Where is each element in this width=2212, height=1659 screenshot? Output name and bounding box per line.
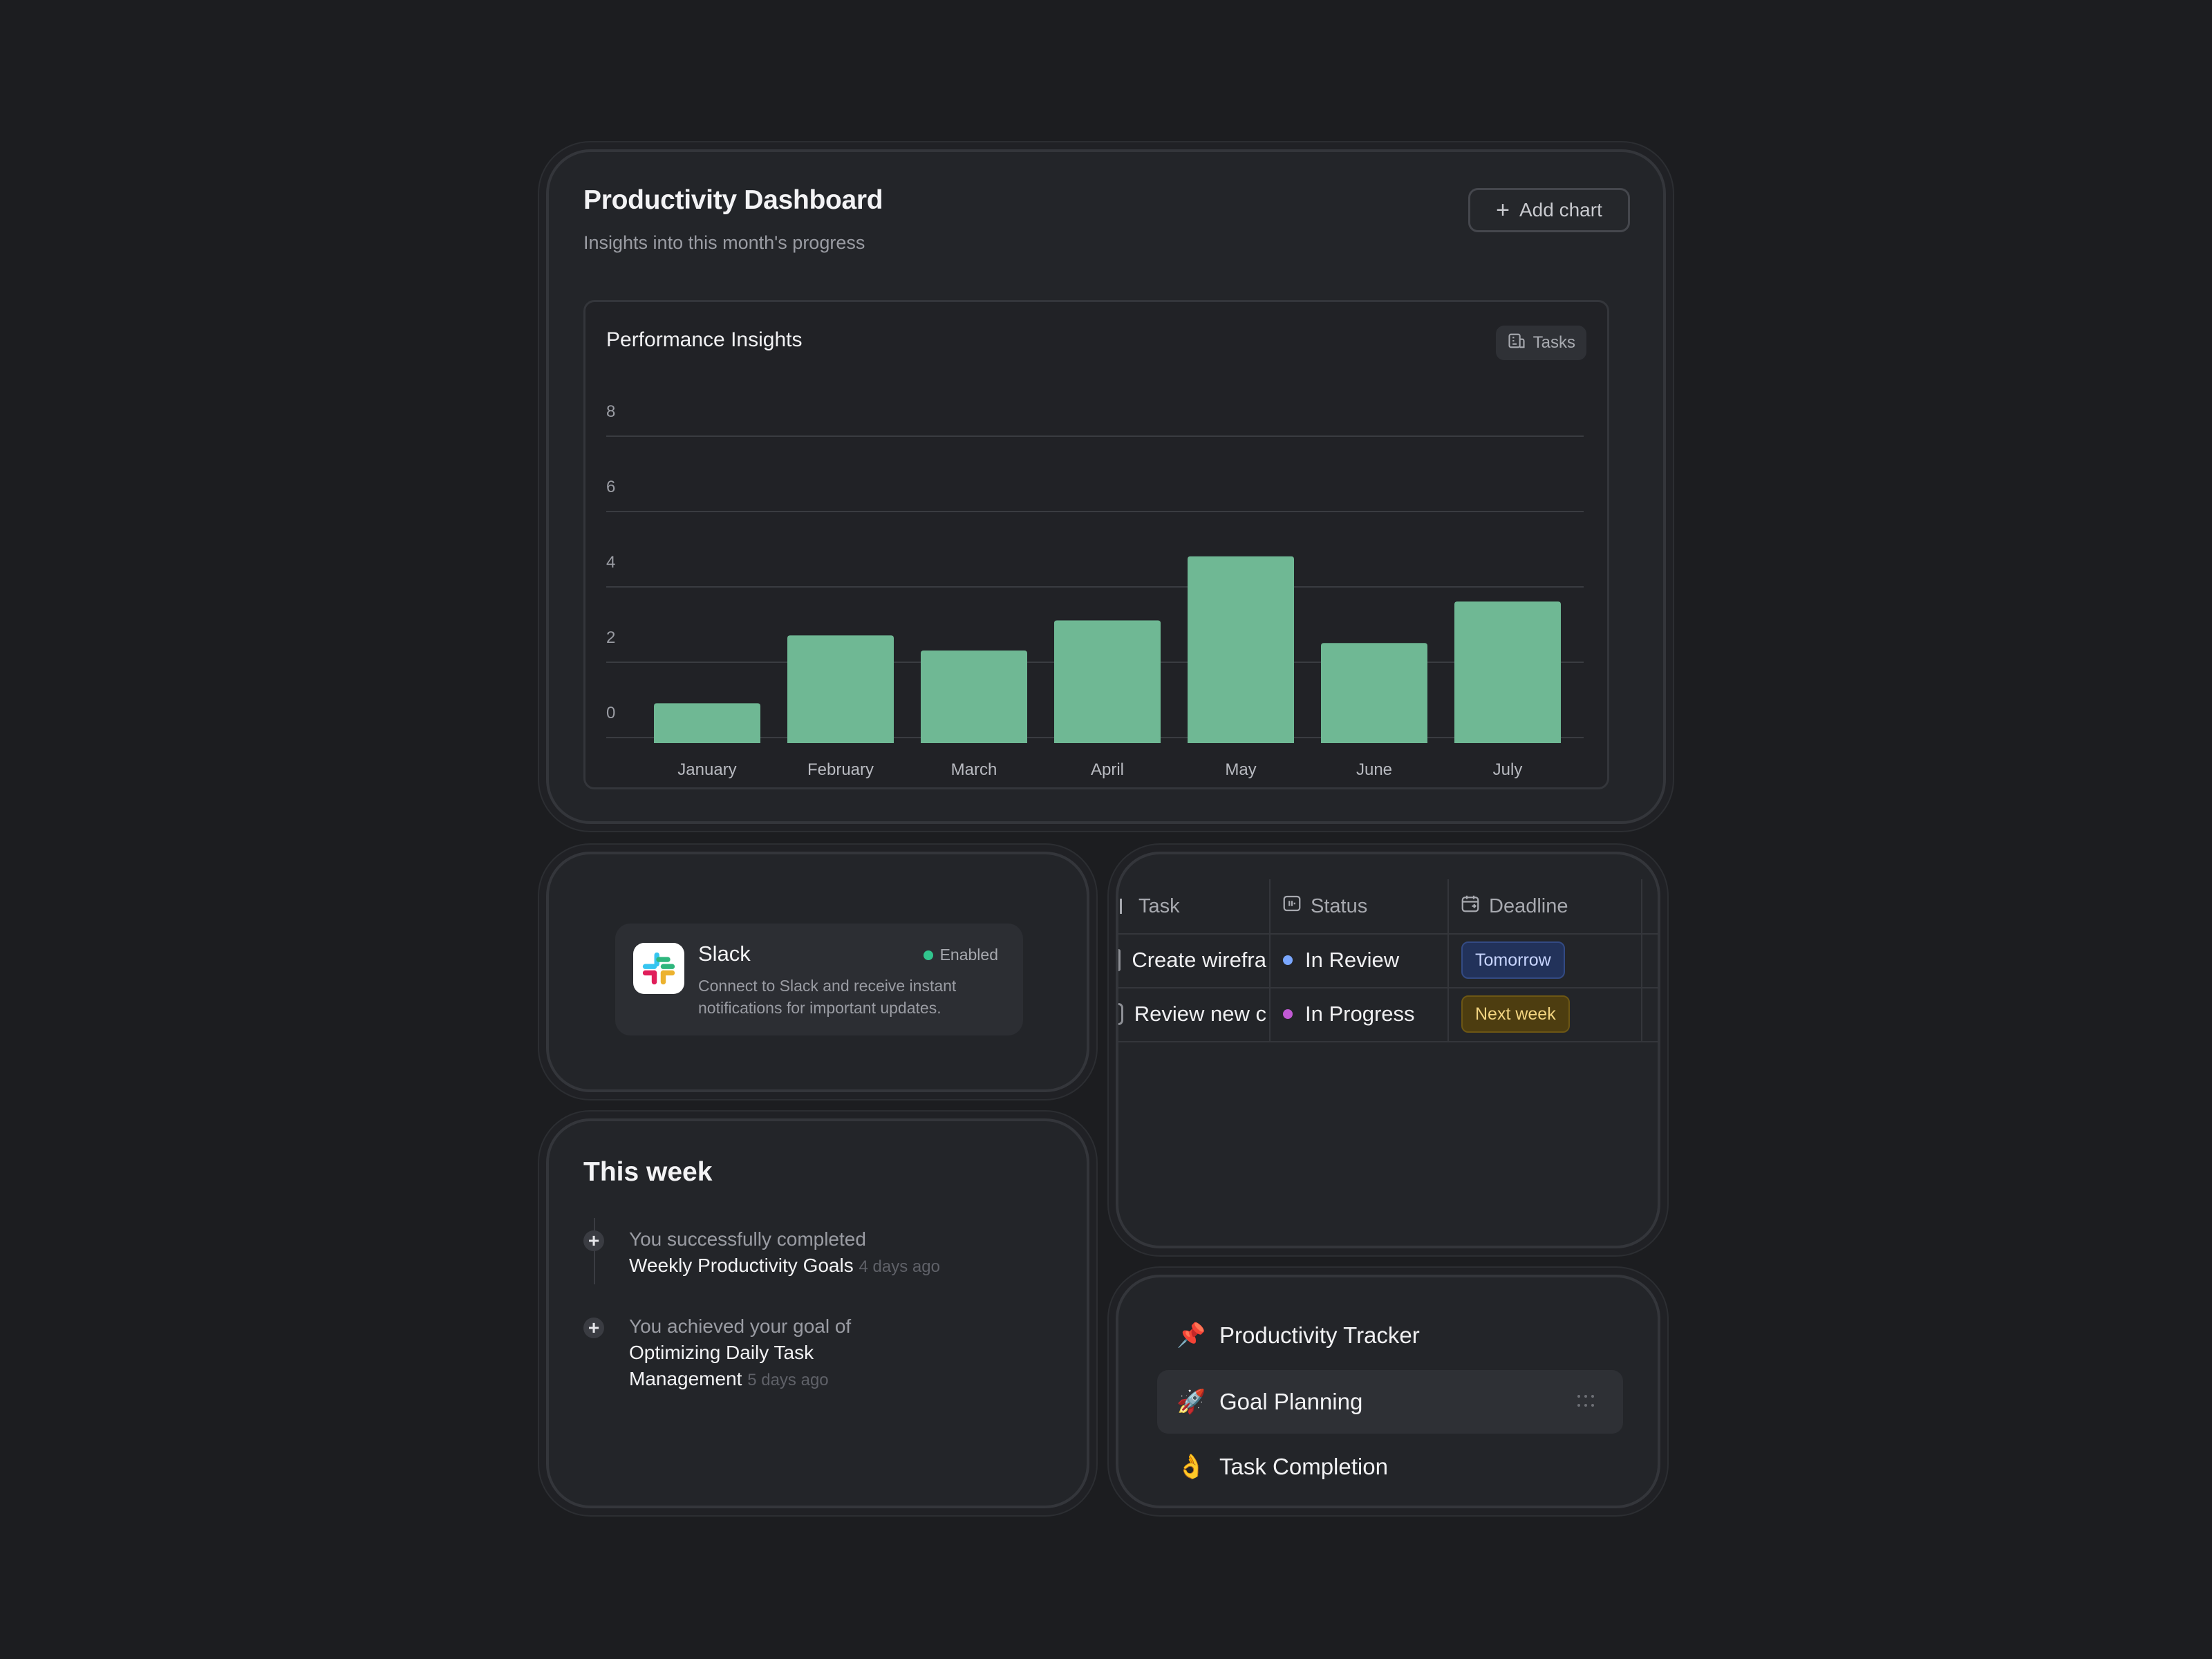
- status-dot-icon: [1283, 955, 1293, 965]
- slack-logo-icon: [633, 943, 684, 994]
- pin-icon: 📌: [1177, 1322, 1206, 1349]
- bar[interactable]: [1321, 643, 1427, 743]
- y-tick-label: 6: [606, 478, 615, 496]
- rocket-icon: 🚀: [1177, 1389, 1206, 1415]
- calendar-icon: [1460, 893, 1481, 919]
- timeline-text: You successfully completed: [629, 1228, 866, 1250]
- slack-title: Slack: [698, 941, 751, 966]
- x-tick-label: July: [1493, 760, 1523, 779]
- timeline-time: 5 days ago: [747, 1371, 829, 1389]
- status-cell[interactable]: In Review: [1283, 933, 1442, 987]
- ok-hand-icon: 👌: [1177, 1454, 1206, 1480]
- checkbox-icon[interactable]: [1118, 1003, 1123, 1025]
- dashboard-title: Productivity Dashboard: [583, 185, 883, 215]
- y-tick-label: 8: [606, 402, 615, 421]
- timeline-time: 4 days ago: [859, 1257, 940, 1276]
- timeline-line: [594, 1218, 595, 1284]
- add-chart-label: Add chart: [1519, 199, 1602, 221]
- task-cell[interactable]: Create wirefra: [1118, 933, 1266, 987]
- status-badge: Enabled: [923, 946, 998, 964]
- bar[interactable]: [787, 635, 894, 743]
- bar[interactable]: [1454, 601, 1561, 743]
- x-tick-label: February: [807, 760, 874, 779]
- list-item-label: Task Completion: [1219, 1454, 1388, 1479]
- activity-card: This week + You successfully completed W…: [546, 1118, 1089, 1508]
- dashboard-subtitle: Insights into this month's progress: [583, 232, 865, 253]
- status-icon: [1282, 893, 1302, 919]
- bar[interactable]: [1188, 556, 1294, 743]
- status-label: Enabled: [939, 946, 998, 964]
- header-task-label: Task: [1138, 894, 1180, 917]
- bar-chart: 0 2 4 6 8 January February March April May June Jul…: [606, 402, 1584, 779]
- slack-integration[interactable]: Slack Enabled Connect to Slack and recei…: [615, 924, 1023, 1035]
- header-deadline-label: Deadline: [1489, 894, 1568, 917]
- status-cell[interactable]: In Progress: [1283, 987, 1442, 1041]
- plus-icon: +: [583, 1318, 604, 1338]
- table-row[interactable]: Review new c In Progress Next week: [1118, 987, 1658, 1042]
- status-dot-icon: [1283, 1009, 1293, 1019]
- list-item-task-completion[interactable]: 👌 Task Completion: [1157, 1435, 1623, 1499]
- table-row[interactable]: Create wirefra In Review Tomorrow: [1118, 933, 1658, 988]
- status-label: In Review: [1305, 948, 1400, 972]
- bar[interactable]: [921, 650, 1027, 743]
- slack-description: Connect to Slack and receive instant not…: [698, 977, 957, 1017]
- task-name: Review new c: [1134, 1002, 1266, 1026]
- y-tick-label: 0: [606, 704, 615, 722]
- task-name: Create wirefra: [1132, 948, 1266, 972]
- header-task[interactable]: Task: [1118, 879, 1264, 933]
- table-header-row: Task Status Deadline: [1118, 879, 1658, 935]
- header-status-label: Status: [1311, 894, 1368, 917]
- bar[interactable]: [1054, 620, 1161, 744]
- list-item-productivity-tracker[interactable]: 📌 Productivity Tracker: [1157, 1304, 1623, 1367]
- activity-title: This week: [583, 1157, 713, 1187]
- y-tick-label: 2: [606, 628, 615, 647]
- deadline-badge: Tomorrow: [1461, 941, 1565, 979]
- chart-panel: Performance Insights Tasks 0 2 4 6 8 January F…: [583, 300, 1609, 789]
- x-tick-label: June: [1356, 760, 1392, 779]
- list-item-label: Productivity Tracker: [1219, 1322, 1420, 1348]
- dashboard-card: Productivity Dashboard Insights into thi…: [546, 149, 1666, 824]
- plus-icon: +: [583, 1230, 604, 1251]
- task-table-card: Task Status Deadline Create wirefra In R…: [1116, 852, 1660, 1248]
- x-tick-label: May: [1225, 760, 1256, 779]
- drag-handle-icon[interactable]: [1577, 1395, 1594, 1409]
- plus-icon: +: [1496, 197, 1510, 223]
- column-handle-icon: [1120, 899, 1122, 914]
- status-dot-icon: [923, 950, 933, 960]
- task-cell[interactable]: Review new c: [1118, 987, 1266, 1041]
- status-label: In Progress: [1305, 1002, 1415, 1026]
- list-item-goal-planning[interactable]: 🚀 Goal Planning: [1157, 1370, 1623, 1434]
- header-status[interactable]: Status: [1282, 879, 1441, 933]
- add-chart-button[interactable]: + Add chart: [1468, 188, 1630, 232]
- list-item-label: Goal Planning: [1219, 1389, 1363, 1414]
- bar[interactable]: [654, 703, 760, 743]
- deadline-cell[interactable]: Next week: [1461, 987, 1634, 1041]
- header-deadline[interactable]: Deadline: [1460, 879, 1640, 933]
- deadline-cell[interactable]: Tomorrow: [1461, 933, 1634, 987]
- integration-card: Slack Enabled Connect to Slack and recei…: [546, 852, 1089, 1092]
- x-tick-label: April: [1091, 760, 1124, 779]
- lists-card: 📌 Productivity Tracker 🚀 Goal Planning 👌…: [1116, 1275, 1660, 1508]
- timeline-text: You achieved your goal of: [629, 1315, 852, 1337]
- checkbox-icon[interactable]: [1118, 949, 1121, 971]
- timeline-highlight[interactable]: Weekly Productivity Goals: [629, 1255, 854, 1276]
- y-tick-label: 4: [606, 553, 615, 572]
- deadline-badge: Next week: [1461, 995, 1570, 1033]
- x-tick-label: January: [677, 760, 736, 779]
- x-tick-label: March: [951, 760, 997, 779]
